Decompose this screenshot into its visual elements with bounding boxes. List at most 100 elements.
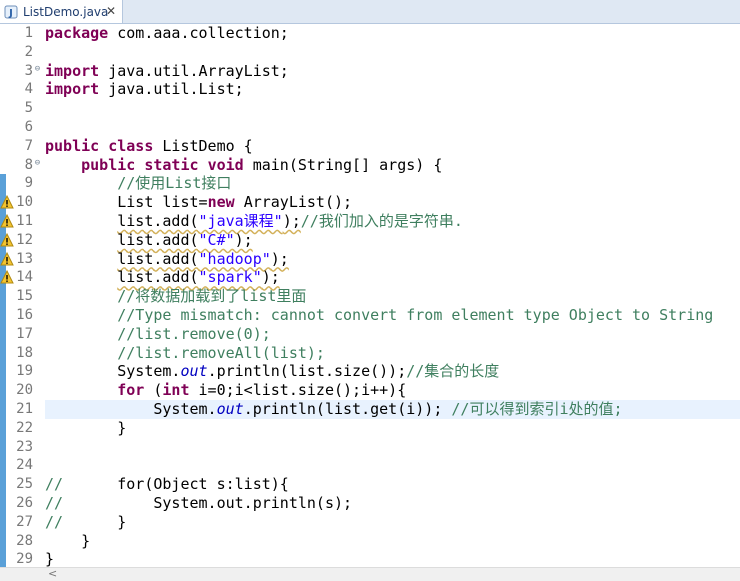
code-text: //list.removeAll(list);	[45, 344, 740, 363]
line-number: 6	[24, 119, 33, 135]
code-token: class	[108, 136, 163, 155]
code-line[interactable]: 7 public class ListDemo {	[0, 137, 740, 156]
fold-collapse-icon[interactable]: ⊖	[33, 64, 42, 74]
code-line[interactable]: 23	[0, 437, 740, 457]
code-token: System.	[45, 362, 181, 381]
line-number: 16	[16, 307, 33, 323]
code-line[interactable]: 25 // for(Object s:list){	[0, 475, 740, 494]
code-token: java.util.ArrayList;	[108, 61, 289, 80]
code-token: //使用List接口	[117, 174, 232, 193]
code-token: "spark"	[198, 268, 262, 287]
code-token: static	[144, 155, 208, 174]
code-line[interactable]: 9 //使用List接口	[0, 174, 740, 194]
code-line[interactable]: 21 System.out.println(list.get(i)); //可以…	[0, 400, 740, 419]
code-token: list.add(	[117, 268, 199, 287]
code-line[interactable]: 17 //list.remove(0);	[0, 324, 740, 344]
code-line[interactable]: 18 //list.removeAll(list);	[0, 343, 740, 363]
code-text: package com.aaa.collection;	[45, 24, 740, 43]
java-file-icon: J	[4, 5, 18, 19]
code-token: System.out.println(s);	[63, 494, 353, 512]
code-line[interactable]: 22 }	[0, 418, 740, 438]
code-token: "C#"	[198, 230, 235, 249]
code-token: i=0;i<list.size();i++){	[198, 381, 407, 400]
code-line[interactable]: 26 // System.out.println(s);	[0, 494, 740, 513]
code-line[interactable]: 12 list.add("C#");	[0, 230, 740, 250]
line-number: 23	[16, 438, 33, 455]
code-token: public	[45, 136, 109, 155]
code-line[interactable]: 4 import java.util.List;	[0, 80, 740, 99]
code-line[interactable]: 3 ⊖ import java.util.ArrayList;	[0, 62, 740, 81]
line-number: 24	[16, 457, 33, 474]
code-token: );	[282, 212, 301, 230]
code-token: list.add(	[117, 212, 199, 230]
code-token: ArrayList();	[243, 193, 353, 212]
code-token: "java课程"	[198, 212, 283, 230]
code-line[interactable]: 14 list.add("spark");	[0, 268, 740, 288]
code-line[interactable]: 24	[0, 456, 740, 476]
line-number: 20	[16, 382, 33, 399]
code-token: import	[45, 80, 109, 99]
code-text: }	[45, 550, 740, 567]
code-line[interactable]: 27 // }	[0, 512, 740, 532]
code-line[interactable]: 13 list.add("hadoop");	[0, 249, 740, 269]
line-number: 27	[16, 513, 33, 530]
code-token: //list.remove(0);	[117, 324, 271, 343]
editor-tab-bar: J ListDemo.java ✕	[0, 0, 740, 24]
code-line[interactable]: 16 //Type mismatch: cannot convert from …	[0, 306, 740, 325]
code-line[interactable]: 10 List list=new ArrayList();	[0, 193, 740, 212]
code-token: list.add(	[117, 249, 199, 268]
line-number: 3	[24, 62, 33, 79]
code-token: System.	[45, 400, 217, 418]
scroll-left-icon[interactable]: <	[48, 567, 57, 580]
code-editor[interactable]: 1 package com.aaa.collection; 2 3 ⊖ import ja…	[0, 24, 740, 567]
code-token: //集合的长度	[406, 362, 500, 381]
code-token: );	[234, 230, 253, 249]
code-line[interactable]: 1 package com.aaa.collection;	[0, 24, 740, 43]
line-number: 28	[16, 532, 33, 549]
tab-title: ListDemo.java	[23, 4, 109, 19]
code-line[interactable]: 5	[0, 99, 740, 118]
code-token: for	[117, 381, 154, 400]
code-line[interactable]: 19 System.out.println(list.size());//集合的…	[0, 362, 740, 382]
line-number: 8	[24, 156, 33, 173]
line-number: 2	[24, 43, 33, 60]
code-token: void	[207, 155, 253, 174]
horizontal-scrollbar[interactable]: <	[0, 567, 740, 581]
code-token: //Type mismatch: cannot convert from ele…	[117, 306, 714, 324]
code-token: }	[45, 531, 91, 550]
code-text: System.out.println(list.size());//集合的长度	[45, 362, 740, 381]
code-token: );	[270, 249, 289, 268]
close-icon[interactable]: ✕	[106, 4, 116, 18]
code-line[interactable]: 6	[0, 118, 740, 137]
line-number: 18	[16, 344, 33, 361]
code-token: "hadoop"	[198, 249, 271, 268]
code-token: java.util.List;	[108, 80, 244, 99]
code-token: }	[63, 512, 127, 531]
code-text: import java.util.List;	[45, 80, 740, 99]
code-token: //将数据加载到了list里面	[117, 287, 307, 306]
tab-listdemo-java[interactable]: J ListDemo.java ✕	[0, 0, 123, 23]
code-line[interactable]: 2	[0, 43, 740, 62]
code-token: .println(list.get(i));	[243, 400, 452, 418]
code-line[interactable]: 29}	[0, 550, 740, 567]
code-text: System.out.println(list.get(i)); //可以得到索…	[45, 400, 740, 419]
line-number: 9	[24, 175, 33, 192]
code-line[interactable]: 15 //将数据加载到了list里面	[0, 287, 740, 306]
code-line[interactable]: 20 for (int i=0;i<list.size();i++){	[0, 381, 740, 400]
code-text: // }	[45, 513, 740, 532]
code-line[interactable]: 8 ⊖ public static void main(String[] args…	[0, 156, 740, 175]
code-text: // System.out.println(s);	[45, 494, 740, 513]
code-token: .println(list.size());	[207, 362, 407, 381]
code-text: list.add("hadoop");	[45, 250, 740, 269]
line-number: 5	[24, 100, 33, 117]
fold-collapse-icon[interactable]: ⊖	[33, 158, 42, 168]
code-line[interactable]: 11 list.add("java课程");//我们加入的是字符串.	[0, 212, 740, 231]
code-line[interactable]: 28 }	[0, 531, 740, 551]
